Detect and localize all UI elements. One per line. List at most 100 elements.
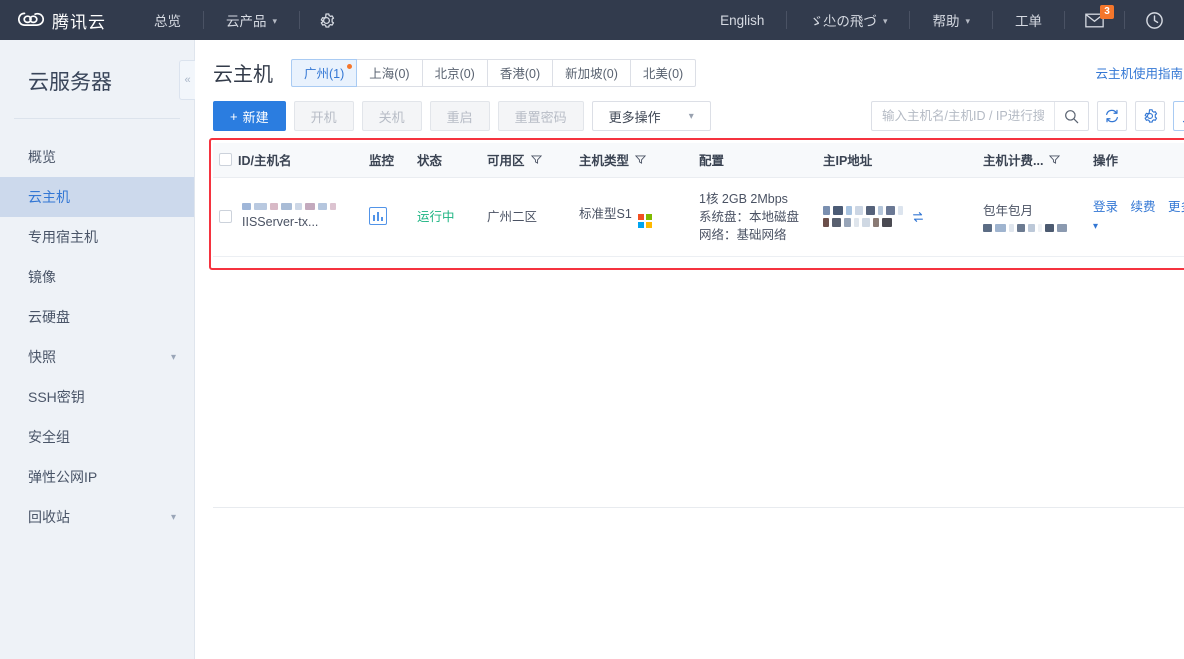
region-tab-shanghai[interactable]: 上海(0) (357, 58, 423, 87)
column-actions: 操作 (1087, 143, 1184, 178)
action-toolbar: + 新建 开机 关机 重启 重置密码 更多操作 ▾ (195, 87, 1184, 143)
cell-monitor (363, 177, 411, 257)
column-config: 配置 (693, 143, 817, 178)
bar-chart-icon[interactable] (369, 207, 387, 225)
column-label: ID/主机名 (238, 154, 292, 169)
power-on-label: 开机 (310, 109, 337, 125)
plus-icon: + (230, 108, 238, 124)
sidebar-item-cloud-disk[interactable]: 云硬盘 (0, 297, 194, 337)
create-instance-label: 新建 (242, 109, 269, 125)
search-submit-button[interactable] (1054, 102, 1088, 130)
sidebar-item-recycle-bin[interactable]: 回收站 ▾ (0, 497, 194, 537)
sidebar-item-cloud-host[interactable]: 云主机 (0, 177, 194, 217)
user-guide-link[interactable]: 云主机使用指南 (1095, 63, 1184, 82)
sidebar-item-dedicated-host[interactable]: 专用宿主机 (0, 217, 194, 257)
messages-button[interactable]: 3 (1065, 0, 1124, 40)
region-tab-label: 新加坡(0) (565, 67, 618, 81)
region-tab-north-america[interactable]: 北美(0) (630, 58, 697, 87)
column-settings-button[interactable] (1135, 101, 1165, 131)
create-instance-button[interactable]: + 新建 (213, 101, 286, 131)
row-select-checkbox[interactable] (219, 210, 232, 223)
sidebar-item-label: 弹性公网IP (28, 469, 98, 485)
nav-item-overview[interactable]: 总览 (132, 0, 203, 40)
more-actions-label: 更多 (1168, 199, 1184, 214)
reset-password-button[interactable]: 重置密码 (497, 101, 584, 131)
power-on-button[interactable]: 开机 (293, 101, 354, 131)
restart-label: 重启 (446, 109, 473, 125)
sidebar-item-snapshot[interactable]: 快照 ▾ (0, 337, 194, 377)
filter-icon[interactable] (530, 155, 542, 165)
region-tab-guangzhou[interactable]: 广州(1) (291, 58, 358, 87)
sidebar-menu: 概览 云主机 专用宿主机 镜像 云硬盘 快照 ▾ SSH密钥 安全组 弹性公网I… (0, 119, 194, 537)
gear-icon (1144, 109, 1158, 123)
column-label: 主机类型 (579, 154, 630, 169)
sidebar-item-label: 快照 (28, 349, 56, 365)
filter-icon[interactable] (1049, 155, 1061, 165)
sidebar-item-elastic-ip[interactable]: 弹性公网IP (0, 457, 194, 497)
cell-billing: 包年包月 (977, 177, 1087, 257)
footer-divider (213, 506, 1184, 508)
region-tab-beijing[interactable]: 北京(0) (422, 58, 488, 87)
table-header-row: ID/主机名 监控 状态 可用区 主机类型 配置 主IP地址 主机计费... 操… (213, 143, 1184, 178)
region-tab-hongkong[interactable]: 香港(0) (487, 58, 554, 87)
page-header: 云主机 广州(1) 上海(0) 北京(0) 香港(0) 新加坡(0) 北美(0)… (195, 40, 1184, 87)
billing-mode-label: 包年包月 (983, 203, 1034, 218)
nav-item-tickets[interactable]: 工单 (993, 0, 1064, 40)
nav-item-account[interactable]: ゞ尐の飛づ ▾ (787, 0, 909, 40)
search-box (871, 101, 1089, 131)
sidebar-item-ssh-key[interactable]: SSH密钥 (0, 377, 194, 417)
chevron-down-icon: ▾ (965, 15, 970, 26)
cell-config: 1核 2GB 2Mbps 系统盘：本地磁盘 网络：基础网络 (693, 177, 817, 257)
more-operations-dropdown[interactable]: 更多操作 ▾ (591, 101, 711, 131)
sidebar-title: 云服务器 (14, 40, 180, 119)
region-tab-label: 上海(0) (369, 67, 410, 81)
empty-space (195, 257, 1184, 507)
sidebar-item-label: SSH密钥 (28, 389, 85, 405)
column-monitor: 监控 (363, 143, 411, 178)
select-all-checkbox[interactable] (219, 153, 232, 167)
refresh-icon (1106, 109, 1118, 123)
column-label: 可用区 (487, 154, 525, 169)
sidebar-item-security-group[interactable]: 安全组 (0, 417, 194, 457)
nav-item-language[interactable]: English (698, 0, 786, 40)
sidebar-item-label: 专用宿主机 (28, 229, 98, 245)
column-label: 主机计费... (983, 154, 1044, 169)
brand-name: 腾讯云 (52, 12, 106, 32)
refresh-button[interactable] (1097, 101, 1127, 131)
nav-item-language-label: English (720, 12, 765, 28)
region-tab-label: 广州(1) (304, 67, 345, 81)
reset-password-label: 重置密码 (514, 109, 567, 125)
login-action-link[interactable]: 登录 (1093, 200, 1118, 214)
switch-ip-icon[interactable] (911, 210, 925, 224)
sidebar-collapse-button[interactable]: « (179, 60, 195, 100)
column-status: 状态 (411, 143, 481, 178)
cell-main-ip (817, 177, 977, 257)
sidebar-item-overview[interactable]: 概览 (0, 137, 194, 177)
region-tab-label: 香港(0) (499, 67, 541, 81)
power-off-label: 关机 (378, 109, 405, 125)
page-body: 云服务器 « 概览 云主机 专用宿主机 镜像 云硬盘 快照 ▾ SSH密钥 安全… (0, 40, 1184, 659)
nav-item-products[interactable]: 云产品 ▾ (204, 0, 299, 40)
search-input[interactable] (872, 102, 1054, 130)
power-off-button[interactable]: 关机 (361, 101, 422, 131)
region-tab-group: 广州(1) 上海(0) 北京(0) 香港(0) 新加坡(0) 北美(0) (291, 58, 697, 87)
cell-actions: 登录 续费 更多 ▾ (1087, 177, 1184, 257)
brand-logo[interactable]: 腾讯云 (0, 8, 132, 33)
renew-action-link[interactable]: 续费 (1131, 200, 1156, 214)
message-count-badge: 3 (1100, 5, 1114, 19)
cell-zone: 广州二区 (481, 177, 573, 257)
export-button[interactable] (1173, 101, 1184, 131)
config-disk: 系统盘：本地磁盘 (699, 209, 800, 224)
history-button[interactable] (1125, 0, 1184, 40)
user-guide-label: 云主机使用指南 (1095, 67, 1183, 81)
nav-item-tickets-label: 工单 (1015, 14, 1042, 29)
nav-item-help[interactable]: 帮助 ▾ (910, 0, 992, 40)
config-spec: 1核 2GB 2Mbps (699, 191, 788, 206)
column-billing-mode: 主机计费... (977, 143, 1087, 178)
instance-hostname[interactable]: IISServer-tx... (242, 213, 336, 231)
restart-button[interactable]: 重启 (429, 101, 490, 131)
sidebar-item-image[interactable]: 镜像 (0, 257, 194, 297)
filter-icon[interactable] (635, 155, 647, 165)
region-tab-singapore[interactable]: 新加坡(0) (553, 58, 631, 87)
nav-settings-button[interactable] (300, 0, 353, 40)
